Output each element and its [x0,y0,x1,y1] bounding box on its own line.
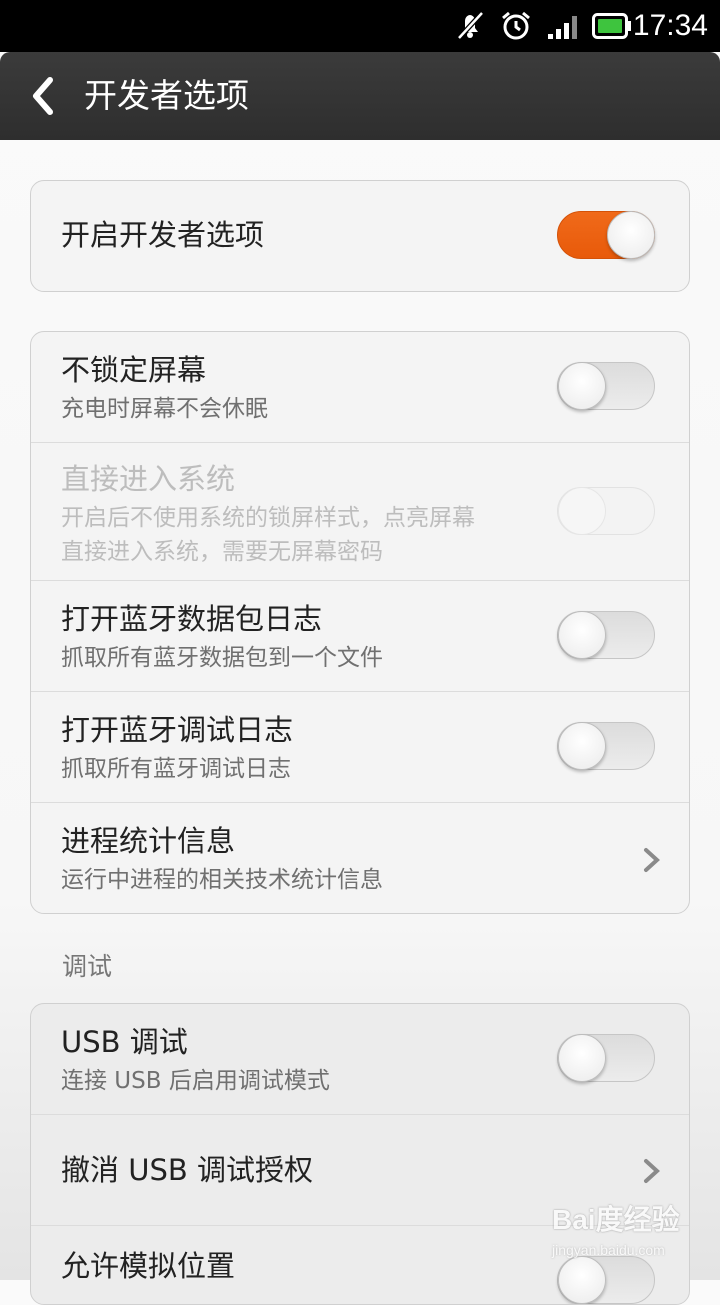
item-title: 进程统计信息 [61,824,236,858]
toggle-knob [558,1034,606,1082]
toggle-knob [558,487,606,535]
bt-snoop-log-toggle[interactable] [557,611,655,659]
list-item-process-stats[interactable]: 进程统计信息 运行中进程的相关技术统计信息 [31,802,689,913]
item-subtitle-line2: 直接进入系统，需要无屏幕密码 [61,539,383,565]
master-toggle-switch[interactable] [557,211,655,259]
item-subtitle: 抓取所有蓝牙数据包到一个文件 [61,645,383,671]
watermark-url: jingyan.baidu.com [552,1242,665,1258]
item-title: 打开蓝牙数据包日志 [61,602,323,636]
toggle-knob [558,362,606,410]
master-toggle-row[interactable]: 开启开发者选项 [31,181,689,291]
list-item-bt-snoop-log[interactable]: 打开蓝牙数据包日志 抓取所有蓝牙数据包到一个文件 [31,580,689,692]
item-subtitle: 充电时屏幕不会休眠 [61,396,268,422]
item-title: USB 调试 [61,1025,188,1059]
signal-icon [546,14,582,44]
toggle-knob [558,611,606,659]
item-title: 撤消 USB 调试授权 [61,1153,313,1187]
item-title: 直接进入系统 [61,462,236,496]
item-subtitle-line1: 开启后不使用系统的锁屏样式，点亮屏幕 [61,505,475,531]
item-title: 不锁定屏幕 [61,353,207,387]
toggle-knob [607,211,655,259]
item-subtitle: 运行中进程的相关技术统计信息 [61,867,383,893]
battery-icon [592,13,632,43]
general-options-card: 不锁定屏幕 充电时屏幕不会休眠 直接进入系统 开启后不使用系统的锁屏样式，点亮屏… [30,331,690,914]
chevron-right-icon [643,847,661,873]
list-item-bt-debug-log[interactable]: 打开蓝牙调试日志 抓取所有蓝牙调试日志 [31,691,689,803]
title-bar: 开发者选项 [0,52,720,140]
item-subtitle: 连接 USB 后启用调试模式 [61,1068,330,1094]
watermark: Bai度经验 jingyan.baidu.com [552,1198,702,1268]
direct-boot-toggle [557,487,655,535]
watermark-logo: Bai度经验 [552,1204,680,1235]
status-clock: 17:34 [632,9,708,42]
status-bar: 17:34 [0,0,720,52]
usb-debugging-toggle[interactable] [557,1034,655,1082]
bt-debug-log-toggle[interactable] [557,722,655,770]
master-toggle-label: 开启开发者选项 [61,218,265,252]
toggle-knob [558,722,606,770]
page-title: 开发者选项 [84,76,249,115]
back-arrow-icon[interactable] [28,76,58,116]
chevron-right-icon [643,1158,661,1184]
item-subtitle: 抓取所有蓝牙调试日志 [61,756,291,782]
item-title: 打开蓝牙调试日志 [61,713,294,747]
item-title: 允许模拟位置 [61,1249,236,1283]
stay-awake-toggle[interactable] [557,362,655,410]
list-item-direct-boot: 直接进入系统 开启后不使用系统的锁屏样式，点亮屏幕 直接进入系统，需要无屏幕密码 [31,442,689,581]
alarm-icon [500,10,532,46]
list-item-stay-awake[interactable]: 不锁定屏幕 充电时屏幕不会休眠 [31,332,689,442]
list-item-usb-debugging[interactable]: USB 调试 连接 USB 后启用调试模式 [31,1004,689,1114]
section-header-debug: 调试 [62,952,113,981]
developer-options-master-card: 开启开发者选项 [30,180,690,292]
notification-off-icon [456,10,484,44]
